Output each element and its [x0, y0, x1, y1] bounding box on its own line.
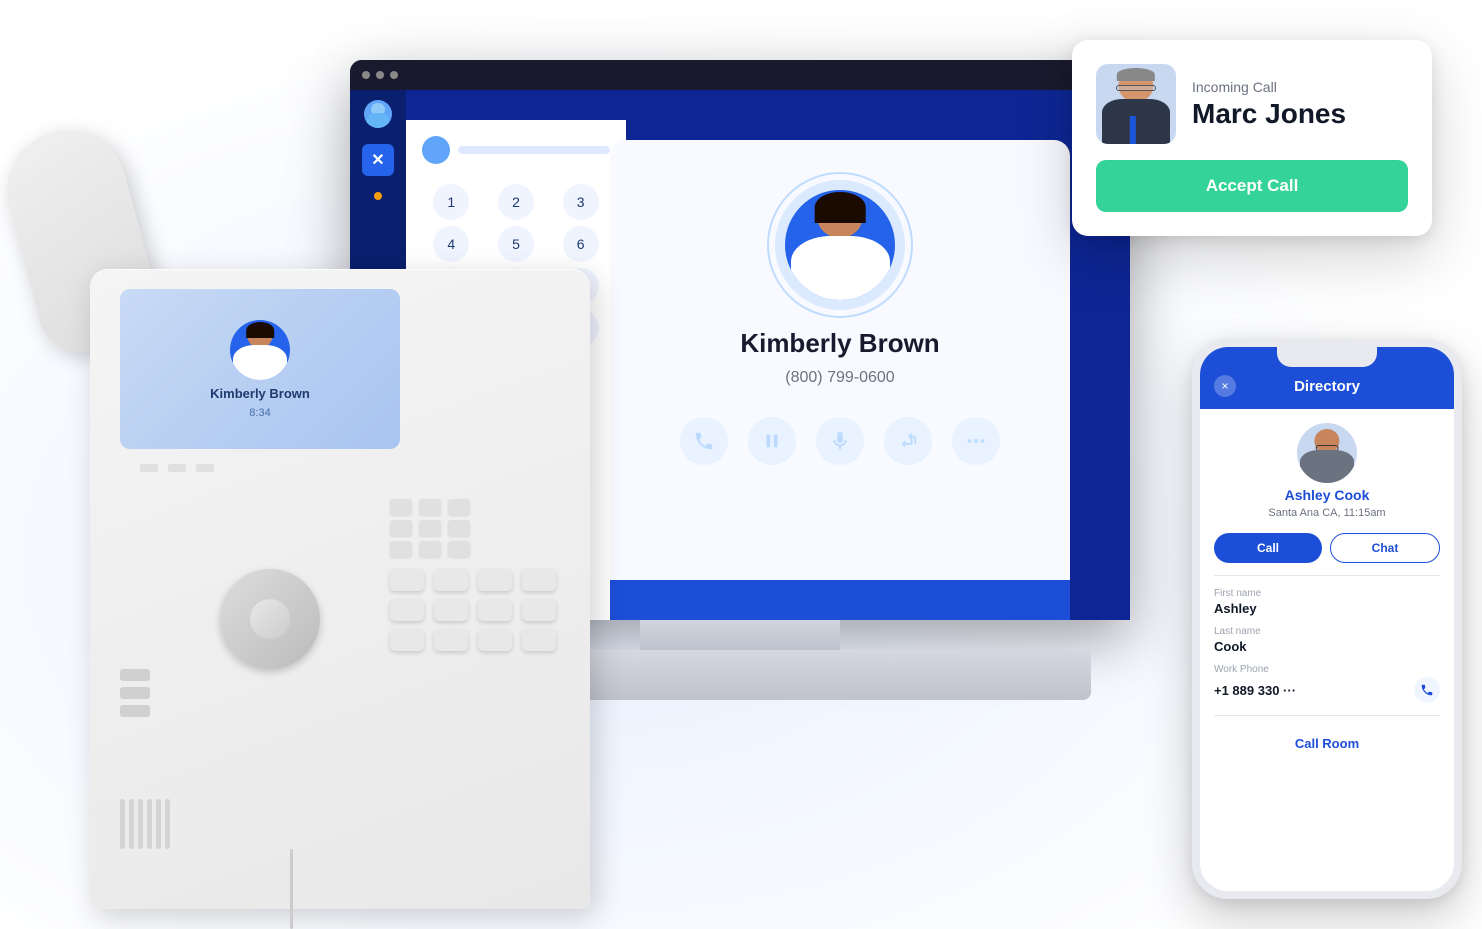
action-mute-btn[interactable] [816, 417, 864, 465]
phone-body: Kimberly Brown 8:34 [90, 269, 590, 909]
accept-call-button[interactable]: Accept Call [1096, 160, 1408, 212]
work-phone-value: +1 889 330 ··· [1214, 683, 1296, 698]
phone-cord [290, 849, 293, 929]
contact-phone: (800) 799-0600 [785, 369, 894, 387]
desk-phone: Kimberly Brown 8:34 [30, 209, 610, 909]
mobile-content: Ashley Cook Santa Ana CA, 11:15am Call C… [1200, 409, 1454, 883]
mobile-directory-title: Directory [1294, 378, 1360, 395]
directory-call-button[interactable]: Call [1214, 533, 1322, 563]
action-phone-btn[interactable] [680, 417, 728, 465]
bezel-dot-1 [362, 71, 370, 79]
first-name-field: First name Ashley [1214, 588, 1440, 616]
dialer-header [422, 136, 610, 164]
work-phone-call-icon[interactable] [1414, 677, 1440, 703]
sidebar-dot-indicator [374, 192, 382, 200]
dialer-header-line [458, 146, 610, 154]
phone-screen-avatar [230, 320, 290, 380]
dialer-avatar [422, 136, 450, 164]
last-name-label: Last name [1214, 626, 1440, 637]
work-phone-field: Work Phone +1 889 330 ··· [1214, 664, 1440, 703]
contact-name: Kimberly Brown [740, 328, 939, 359]
phone-screen-duration: 8:34 [249, 407, 270, 419]
action-transfer-btn[interactable] [884, 417, 932, 465]
caller-photo [1096, 64, 1176, 144]
call-room-button[interactable]: Call Room [1214, 728, 1440, 759]
contact-avatar [785, 190, 895, 300]
directory-chat-button[interactable]: Chat [1330, 533, 1440, 563]
incoming-call-label: Incoming Call [1192, 79, 1346, 95]
incoming-call-card: Incoming Call Marc Jones Accept Call [1072, 40, 1432, 236]
last-name-value: Cook [1214, 639, 1440, 654]
directory-profile: Ashley Cook Santa Ana CA, 11:15am [1214, 423, 1440, 519]
contact-avatar-ring [775, 180, 905, 310]
caller-name: Marc Jones [1192, 99, 1346, 130]
phone-screen-contact-name: Kimberly Brown [210, 386, 310, 401]
directory-avatar [1297, 423, 1357, 483]
sidebar-user-avatar [364, 100, 392, 128]
first-name-value: Ashley [1214, 601, 1440, 616]
bezel-dot-3 [390, 71, 398, 79]
divider-2 [1214, 715, 1440, 716]
work-phone-label: Work Phone [1214, 664, 1440, 675]
caller-details: Incoming Call Marc Jones [1192, 79, 1346, 130]
divider-1 [1214, 575, 1440, 576]
bezel-dot-2 [376, 71, 384, 79]
last-name-field: Last name Cook [1214, 626, 1440, 654]
mobile-frame: × Directory Ashley Cook Santa Ana CA, 11… [1192, 339, 1462, 899]
mobile-close-button[interactable]: × [1214, 375, 1236, 397]
sidebar-logo: ✕ [362, 144, 394, 176]
first-name-label: First name [1214, 588, 1440, 599]
caller-info: Incoming Call Marc Jones [1096, 64, 1408, 144]
directory-contact-name: Ashley Cook [1285, 487, 1370, 503]
phone-screen: Kimberly Brown 8:34 [120, 289, 400, 449]
mobile-notch [1277, 347, 1377, 367]
directory-actions: Call Chat [1214, 533, 1440, 563]
action-hold-btn[interactable] [748, 417, 796, 465]
monitor-bezel [350, 60, 1130, 90]
call-actions [680, 417, 1000, 465]
directory-contact-location: Santa Ana CA, 11:15am [1268, 507, 1385, 519]
work-phone-row: +1 889 330 ··· [1214, 677, 1440, 703]
contact-card: Kimberly Brown (800) 799-0600 [610, 140, 1070, 620]
action-more-btn[interactable] [952, 417, 1000, 465]
phone-nav-ring[interactable] [220, 569, 320, 669]
